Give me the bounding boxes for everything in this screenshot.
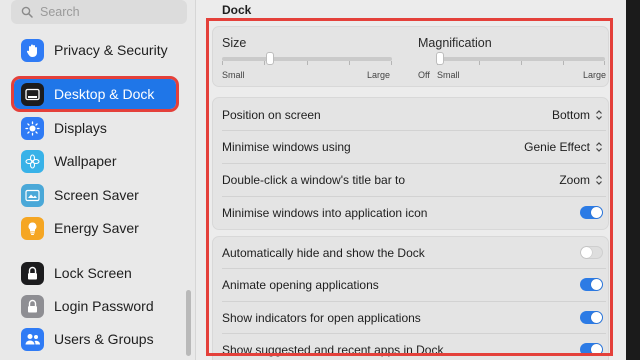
highlight-box	[206, 18, 613, 356]
padlock-icon	[21, 294, 44, 318]
sidebar-item-label: Wallpaper	[54, 153, 117, 169]
search-icon	[19, 4, 35, 20]
sidebar-item-lock-screen[interactable]: Lock Screen	[14, 258, 176, 288]
search-field[interactable]	[11, 0, 187, 24]
sidebar: Privacy & Security Desktop & Dock Displa…	[0, 0, 196, 360]
dock-icon	[21, 82, 44, 106]
sidebar-item-energy-saver[interactable]: Energy Saver	[14, 213, 176, 243]
sidebar-item-privacy-security[interactable]: Privacy & Security	[14, 35, 176, 65]
sidebar-item-label: Login Password	[54, 298, 154, 314]
sidebar-item-label: Screen Saver	[54, 187, 139, 203]
section-title: Dock	[222, 3, 252, 17]
sidebar-item-screen-saver[interactable]: Screen Saver	[14, 180, 176, 210]
sidebar-item-login-password[interactable]: Login Password	[14, 291, 176, 321]
settings-window: Privacy & Security Desktop & Dock Displa…	[0, 0, 626, 360]
sidebar-item-label: Users & Groups	[54, 331, 154, 347]
flower-icon	[21, 149, 44, 173]
sidebar-item-label: Energy Saver	[54, 220, 139, 236]
sidebar-scrollbar[interactable]	[186, 290, 191, 356]
sidebar-item-wallpaper[interactable]: Wallpaper	[14, 146, 176, 176]
hand-icon	[21, 38, 44, 62]
bulb-icon	[21, 216, 44, 240]
sidebar-item-displays[interactable]: Displays	[14, 113, 176, 143]
sidebar-item-label: Lock Screen	[54, 265, 132, 281]
sidebar-item-label: Desktop & Dock	[54, 86, 155, 102]
sidebar-item-label: Privacy & Security	[54, 42, 168, 58]
sidebar-item-users-groups[interactable]: Users & Groups	[14, 324, 176, 354]
screen-saver-icon	[21, 183, 44, 207]
lock-icon	[21, 261, 44, 285]
dock-settings-pane: Dock Size Small Large Magnification Off …	[196, 0, 626, 360]
users-icon	[21, 327, 44, 351]
search-input[interactable]	[40, 5, 180, 19]
sun-icon	[21, 116, 44, 140]
sidebar-item-desktop-dock[interactable]: Desktop & Dock	[11, 76, 179, 112]
sidebar-item-label: Displays	[54, 120, 107, 136]
